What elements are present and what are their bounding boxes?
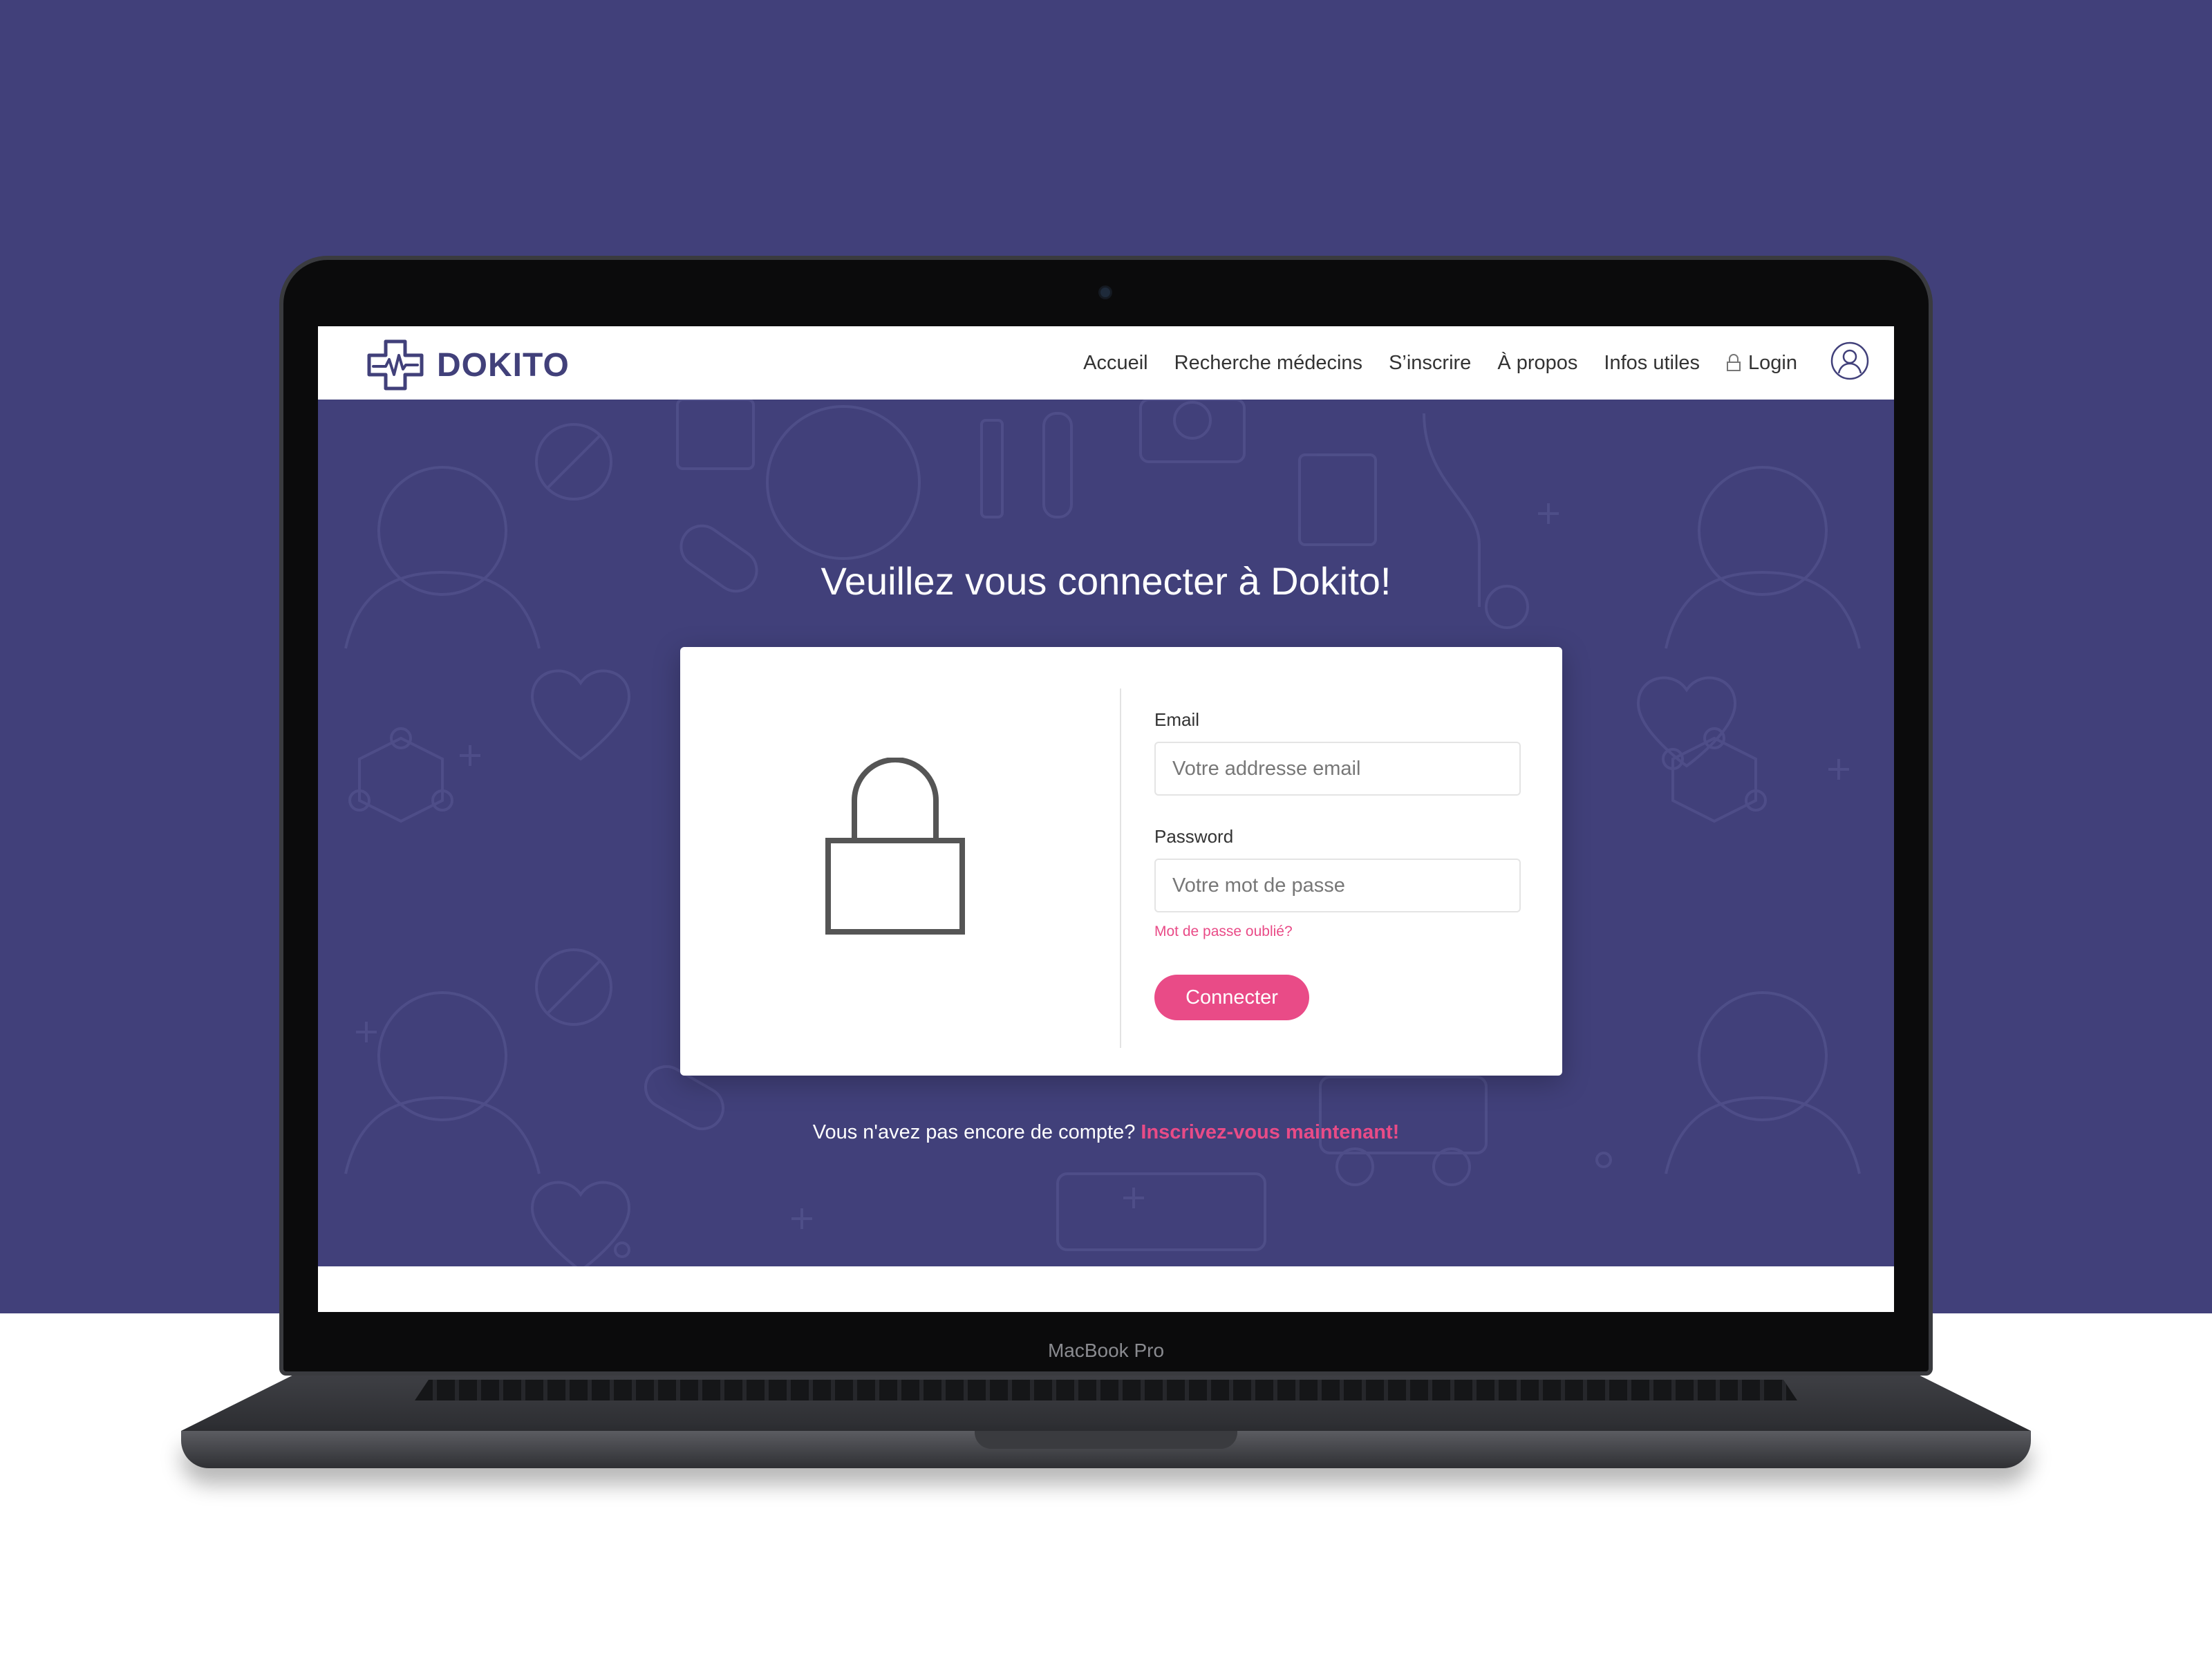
signup-prompt-line: Vous n'avez pas encore de compte? Inscri… bbox=[318, 1121, 1894, 1144]
logo[interactable]: DOKITO bbox=[366, 339, 570, 391]
password-field[interactable] bbox=[1154, 859, 1521, 912]
login-form: Email Password Mot de passe oublié? Conn… bbox=[1154, 709, 1521, 1020]
nav-accueil[interactable]: Accueil bbox=[1083, 352, 1148, 375]
signup-prompt: Vous n'avez pas encore de compte? bbox=[812, 1121, 1136, 1143]
login-label: Login bbox=[1748, 351, 1797, 374]
signup-link[interactable]: Inscrivez-vous maintenant! bbox=[1141, 1121, 1399, 1143]
nav-sinscrire[interactable]: S’inscrire bbox=[1389, 352, 1471, 375]
login-card: Email Password Mot de passe oublié? Conn… bbox=[680, 647, 1562, 1076]
nav-login[interactable]: Login bbox=[1726, 352, 1797, 375]
forgot-password-link[interactable]: Mot de passe oublié? bbox=[1154, 924, 1521, 940]
lock-icon bbox=[1727, 354, 1741, 371]
email-label: Email bbox=[1154, 709, 1200, 730]
laptop-screen: DOKITO Accueil Recherche médecins S’insc… bbox=[318, 326, 1894, 1312]
password-label: Password bbox=[1154, 826, 1234, 847]
brand-name: DOKITO bbox=[437, 346, 570, 384]
laptop-model-label: MacBook Pro bbox=[1047, 1340, 1165, 1361]
footer-strip bbox=[318, 1266, 1894, 1312]
login-hero: Veuillez vous connecter à Dokito! Email … bbox=[318, 400, 1894, 1266]
main-nav: Accueil Recherche médecins S’inscrire À … bbox=[1057, 326, 1797, 400]
user-avatar-icon[interactable] bbox=[1830, 341, 1869, 380]
medical-cross-heartbeat-icon bbox=[367, 339, 424, 391]
laptop-notch bbox=[975, 1431, 1237, 1449]
navbar: DOKITO Accueil Recherche médecins S’insc… bbox=[318, 326, 1894, 400]
padlock-icon bbox=[825, 758, 965, 935]
webcam-icon bbox=[1100, 288, 1110, 297]
connect-button[interactable]: Connecter bbox=[1154, 975, 1309, 1020]
laptop-keyboard-keys bbox=[415, 1380, 1797, 1400]
nav-a-propos[interactable]: À propos bbox=[1497, 352, 1577, 375]
page-title: Veuillez vous connecter à Dokito! bbox=[821, 559, 1391, 603]
card-divider bbox=[1120, 688, 1121, 1048]
nav-recherche-medecins[interactable]: Recherche médecins bbox=[1174, 352, 1362, 375]
nav-infos-utiles[interactable]: Infos utiles bbox=[1604, 352, 1700, 375]
email-field[interactable] bbox=[1154, 742, 1521, 796]
